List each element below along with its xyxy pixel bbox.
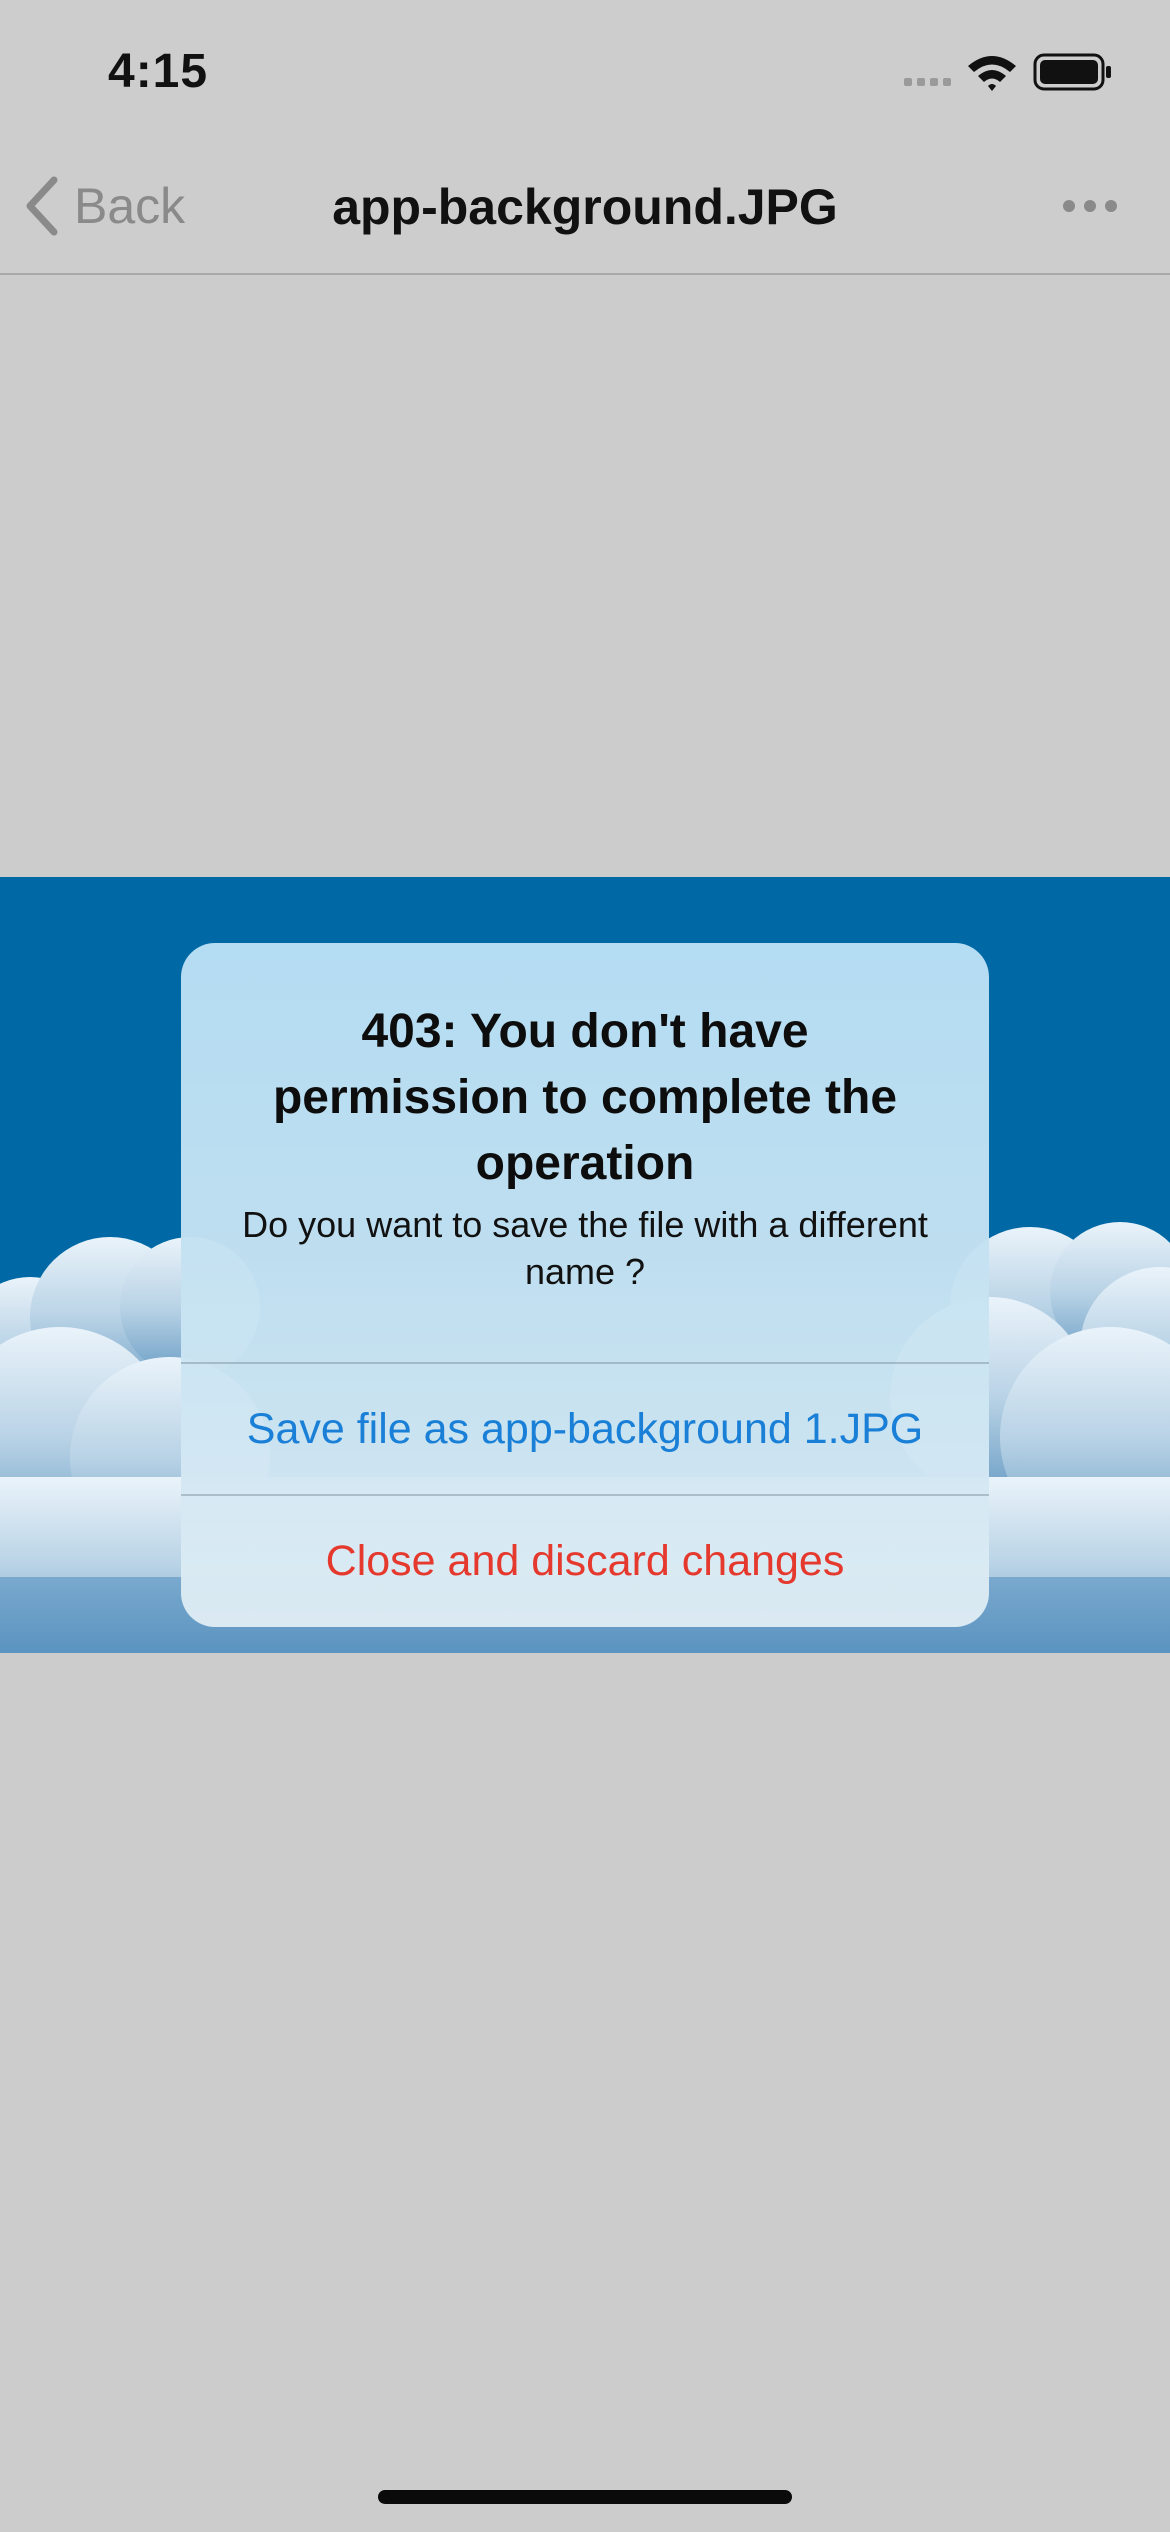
alert-body: 403: You don't have permission to comple… bbox=[181, 943, 989, 1362]
alert-title: 403: You don't have permission to comple… bbox=[272, 1005, 898, 1190]
nav-bar: app-background.JPG Back bbox=[0, 140, 1170, 275]
status-bar: 4:15 bbox=[0, 0, 1170, 140]
battery-icon bbox=[1033, 53, 1111, 91]
status-time: 4:15 bbox=[108, 45, 209, 98]
close-discard-button[interactable]: Close and discard changes bbox=[181, 1496, 989, 1626]
status-icons bbox=[904, 50, 1114, 94]
back-label: Back bbox=[74, 178, 186, 234]
alert-message: Do you want to save the file with a diff… bbox=[242, 1204, 928, 1292]
more-button[interactable] bbox=[1050, 186, 1130, 226]
more-icon bbox=[1063, 200, 1117, 212]
error-alert-dialog: 403: You don't have permission to comple… bbox=[181, 943, 989, 1627]
home-indicator[interactable] bbox=[378, 2490, 792, 2504]
chevron-left-icon bbox=[26, 176, 58, 236]
signal-icon bbox=[904, 78, 951, 86]
wifi-icon bbox=[968, 56, 1016, 91]
back-button[interactable]: Back bbox=[24, 176, 185, 236]
save-as-button[interactable]: Save file as app-background 1.JPG bbox=[181, 1364, 989, 1494]
